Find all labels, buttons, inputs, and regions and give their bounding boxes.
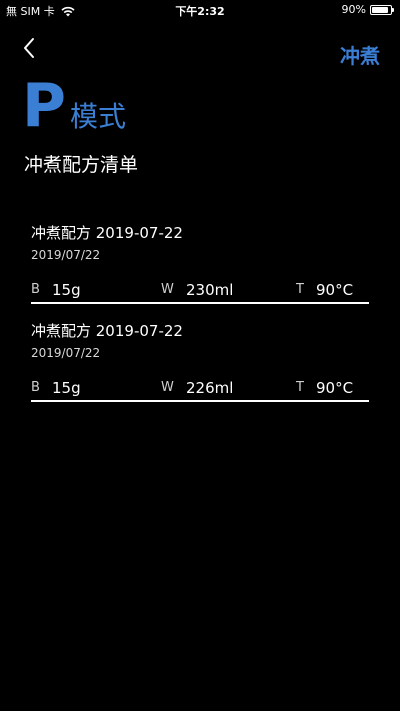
temperature-value: 90°C — [316, 281, 354, 299]
status-right: 90% — [341, 3, 394, 16]
water-value: 230ml — [186, 281, 234, 299]
status-bar: 無 SIM 卡 下午2:32 90% — [0, 0, 400, 20]
screen: 無 SIM 卡 下午2:32 90% 冲煮 P 模式 冲煮配方清单 冲煮配方 2… — [0, 0, 400, 711]
battery-fill — [372, 6, 389, 13]
recipe-name: 冲煮配方 2019-07-22 — [31, 224, 183, 242]
bean-value: 15g — [52, 379, 81, 397]
bean-key: B — [31, 380, 40, 395]
water-key: W — [161, 380, 174, 395]
chevron-left-icon — [24, 38, 34, 58]
bean-value: 15g — [52, 281, 81, 299]
divider — [31, 302, 369, 304]
back-button[interactable] — [18, 34, 42, 62]
list-title: 冲煮配方清单 — [24, 154, 139, 176]
battery-cap — [392, 7, 394, 12]
recipe-params: B 15g W 226ml T 90°C — [31, 379, 369, 399]
water-key: W — [161, 282, 174, 297]
recipe-item[interactable]: 冲煮配方 2019-07-22 2019/07/22 B 15g W 226ml… — [31, 320, 369, 418]
battery-percent: 90% — [341, 3, 366, 16]
recipe-item[interactable]: 冲煮配方 2019-07-22 2019/07/22 B 15g W 230ml… — [31, 222, 369, 320]
mode-letter: P — [22, 71, 66, 141]
mode-title: P 模式 — [22, 76, 126, 136]
recipe-date: 2019/07/22 — [31, 346, 101, 360]
recipe-date: 2019/07/22 — [31, 248, 101, 262]
recipe-params: B 15g W 230ml T 90°C — [31, 281, 369, 301]
battery-icon — [370, 4, 394, 15]
recipe-list: 冲煮配方 2019-07-22 2019/07/22 B 15g W 230ml… — [31, 222, 369, 418]
temperature-key: T — [296, 380, 304, 395]
mode-label: 模式 — [69, 100, 126, 133]
divider — [31, 400, 369, 402]
status-time: 下午2:32 — [175, 5, 225, 18]
temperature-key: T — [296, 282, 304, 297]
temperature-value: 90°C — [316, 379, 354, 397]
bean-key: B — [31, 282, 40, 297]
brew-button[interactable]: 冲煮 — [340, 40, 380, 69]
recipe-name: 冲煮配方 2019-07-22 — [31, 322, 183, 340]
water-value: 226ml — [186, 379, 234, 397]
